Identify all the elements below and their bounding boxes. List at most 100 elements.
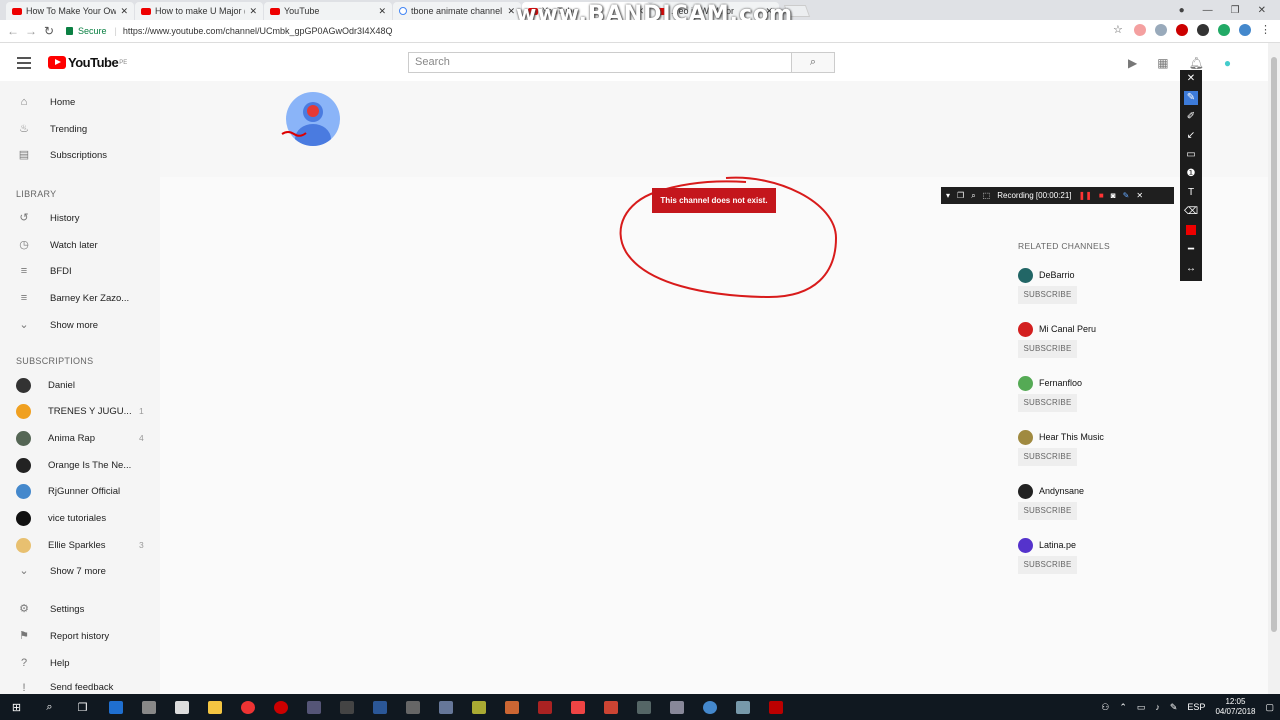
- close-tab-icon[interactable]: ✕: [249, 6, 257, 17]
- rectangle-tool-icon[interactable]: ▭: [1184, 148, 1198, 162]
- apps-grid-icon[interactable]: ▦: [1157, 56, 1168, 70]
- taskbar-app[interactable]: [462, 694, 495, 720]
- sidebar-item-subscriptions[interactable]: ▤ Subscriptions: [0, 142, 160, 168]
- sidebar-item-subscription[interactable]: Anima Rap 4: [0, 425, 160, 451]
- arrow-tool-icon[interactable]: ↙: [1184, 129, 1198, 143]
- taskbar-app[interactable]: [99, 694, 132, 720]
- subscribe-button[interactable]: SUBSCRIBE: [1018, 286, 1077, 304]
- channel-avatar[interactable]: [1018, 268, 1033, 283]
- menu-kebab-icon[interactable]: ⋮: [1260, 24, 1272, 36]
- tray-overflow-icon[interactable]: ⌃: [1119, 702, 1127, 713]
- task-view-button[interactable]: ❐: [66, 694, 99, 720]
- taskbar-app[interactable]: [231, 694, 264, 720]
- sidebar-item-trending[interactable]: ♨ Trending: [0, 116, 160, 142]
- taskbar-app[interactable]: [561, 694, 594, 720]
- sidebar-item-subscription[interactable]: Ellie Sparkles 3: [0, 532, 160, 558]
- channel-name[interactable]: Hear This Music: [1039, 432, 1104, 442]
- numbering-tool-icon[interactable]: ❶: [1184, 167, 1198, 181]
- line-width-icon[interactable]: ━: [1184, 243, 1198, 257]
- page-scrollbar[interactable]: [1268, 43, 1280, 694]
- browser-tab[interactable]: YouTube ✕: [264, 2, 392, 20]
- taskbar-app[interactable]: [726, 694, 759, 720]
- sidebar-item-subscription[interactable]: Orange Is The Ne...: [0, 452, 160, 478]
- taskbar-app[interactable]: [495, 694, 528, 720]
- subscribe-button[interactable]: SUBSCRIBE: [1018, 448, 1077, 466]
- taskbar-app[interactable]: [594, 694, 627, 720]
- search-button[interactable]: ⌕: [791, 52, 835, 73]
- subscribe-button[interactable]: SUBSCRIBE: [1018, 556, 1077, 574]
- bookmark-star-icon[interactable]: ☆: [1113, 24, 1125, 36]
- subscribe-button[interactable]: SUBSCRIBE: [1018, 502, 1077, 520]
- extension-icon[interactable]: [1134, 24, 1146, 36]
- notifications-icon[interactable]: ▢: [1265, 702, 1274, 713]
- search-taskbar-button[interactable]: ⌕: [33, 694, 66, 720]
- taskbar-app[interactable]: [363, 694, 396, 720]
- taskbar-app[interactable]: [330, 694, 363, 720]
- taskbar-app[interactable]: [693, 694, 726, 720]
- channel-avatar[interactable]: [1018, 484, 1033, 499]
- sidebar-item-playlist[interactable]: ≡ BFDI: [0, 258, 160, 284]
- profile-icon[interactable]: ●: [1179, 5, 1185, 16]
- sidebar-item-history[interactable]: ↺ History: [0, 205, 160, 231]
- close-window-icon[interactable]: ✕: [1258, 5, 1266, 16]
- ime-icon[interactable]: ✎: [1170, 702, 1178, 713]
- sidebar-item-subscription[interactable]: TRENES Y JUGU... 1: [0, 398, 160, 424]
- extension-icon[interactable]: [1197, 24, 1209, 36]
- pen-tool-icon[interactable]: ✎: [1184, 91, 1198, 105]
- expand-icon[interactable]: ↔: [1184, 262, 1198, 276]
- channel-name[interactable]: Fernanfloo: [1039, 378, 1082, 388]
- taskbar-app[interactable]: [759, 694, 792, 720]
- close-tab-icon[interactable]: ✕: [507, 6, 515, 17]
- close-tab-icon[interactable]: ✕: [378, 6, 386, 17]
- people-icon[interactable]: ⚇: [1101, 702, 1109, 713]
- channel-name[interactable]: Latina.pe: [1039, 540, 1076, 550]
- area-select-icon[interactable]: ⬚: [983, 191, 991, 200]
- subscribe-button[interactable]: SUBSCRIBE: [1018, 340, 1077, 358]
- taskbar-app[interactable]: [429, 694, 462, 720]
- pencil-icon[interactable]: ✎: [1123, 191, 1130, 200]
- restore-icon[interactable]: ❐: [1231, 5, 1240, 16]
- clock[interactable]: 12:05 04/07/2018: [1215, 697, 1255, 717]
- eraser-tool-icon[interactable]: ⌫: [1184, 205, 1198, 219]
- taskbar-app[interactable]: [165, 694, 198, 720]
- channel-name[interactable]: Andynsane: [1039, 486, 1084, 496]
- extension-icon[interactable]: [1218, 24, 1230, 36]
- omnibox[interactable]: Secure | https://www.youtube.com/channel…: [62, 22, 1130, 40]
- taskbar-app[interactable]: [198, 694, 231, 720]
- scrollbar-thumb[interactable]: [1271, 57, 1277, 632]
- channel-avatar[interactable]: [1018, 376, 1033, 391]
- taskbar-app[interactable]: [627, 694, 660, 720]
- sidebar-item-playlist[interactable]: ≡ Barney Ker Zazo...: [0, 285, 160, 311]
- start-button[interactable]: ⊞: [0, 694, 33, 720]
- stop-icon[interactable]: ■: [1099, 191, 1104, 200]
- channel-avatar[interactable]: [1018, 322, 1033, 337]
- text-tool-icon[interactable]: T: [1184, 186, 1198, 200]
- taskbar-app[interactable]: [297, 694, 330, 720]
- channel-name[interactable]: Mi Canal Peru: [1039, 324, 1096, 334]
- browser-tab[interactable]: How to make U Major (F ✕: [135, 2, 263, 20]
- upload-video-icon[interactable]: ▶: [1128, 56, 1137, 70]
- forward-icon[interactable]: →: [22, 24, 40, 38]
- sidebar-item-subscription[interactable]: vice tutoriales: [0, 505, 160, 531]
- sidebar-item-send-feedback[interactable]: ! Send feedback: [0, 677, 160, 694]
- volume-icon[interactable]: ♪: [1155, 702, 1160, 712]
- language-indicator[interactable]: ESP: [1187, 702, 1205, 712]
- dropdown-icon[interactable]: ▾: [946, 191, 950, 200]
- extension-icon[interactable]: [1239, 24, 1251, 36]
- sidebar-item-help[interactable]: ? Help: [0, 650, 160, 676]
- pause-icon[interactable]: ❚❚: [1079, 191, 1092, 200]
- extension-icon[interactable]: [1155, 24, 1167, 36]
- sidebar-item-watch-later[interactable]: ◷ Watch later: [0, 232, 160, 258]
- window-icon[interactable]: ❐: [957, 191, 964, 200]
- reload-icon[interactable]: ↻: [40, 24, 58, 38]
- subscribe-button[interactable]: SUBSCRIBE: [1018, 394, 1077, 412]
- network-icon[interactable]: ▭: [1137, 702, 1146, 713]
- sidebar-item-subscription[interactable]: Daniel: [0, 372, 160, 398]
- close-tab-icon[interactable]: ✕: [120, 6, 128, 17]
- sidebar-item-settings[interactable]: ⚙ Settings: [0, 596, 160, 622]
- search-input[interactable]: Search: [408, 52, 792, 73]
- sidebar-show-more-subs[interactable]: ⌄ Show 7 more: [0, 558, 160, 584]
- taskbar-app[interactable]: [660, 694, 693, 720]
- taskbar-app[interactable]: [528, 694, 561, 720]
- taskbar-app[interactable]: [264, 694, 297, 720]
